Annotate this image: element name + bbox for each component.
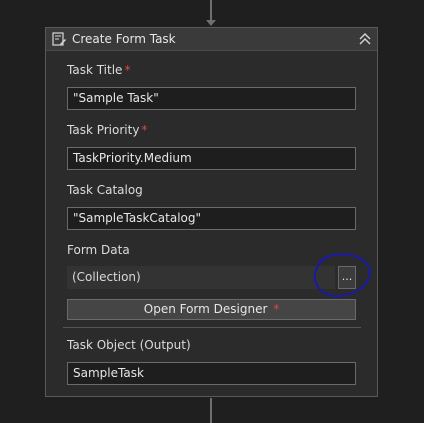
activity-title: Create Form Task (72, 32, 176, 46)
flow-arrow-icon (206, 20, 216, 26)
section-divider (63, 327, 361, 328)
activity-header[interactable]: Create Form Task (46, 28, 377, 51)
form-data-label: Form Data (67, 243, 130, 257)
double-chevron-up-icon[interactable] (358, 31, 372, 47)
flow-connector-out (210, 398, 212, 423)
form-data-edit-button[interactable]: ... (338, 266, 356, 289)
open-form-designer-button[interactable]: Open Form Designer * (67, 299, 356, 320)
required-marker: * (141, 123, 148, 137)
task-priority-label-text: Task Priority (67, 123, 140, 137)
task-title-input[interactable]: "Sample Task" (67, 87, 356, 110)
form-task-icon (52, 32, 66, 46)
task-object-output-input[interactable]: SampleTask (67, 362, 356, 385)
required-marker: * (124, 63, 131, 77)
task-title-label-text: Task Title (67, 63, 123, 77)
form-data-collection-field[interactable]: (Collection) (67, 266, 335, 289)
task-catalog-input[interactable]: "SampleTaskCatalog" (67, 207, 356, 230)
required-marker: * (273, 302, 280, 316)
task-object-label: Task Object (Output) (67, 338, 191, 352)
task-priority-label: Task Priority * (67, 123, 147, 137)
open-form-designer-label: Open Form Designer (143, 302, 268, 316)
create-form-task-activity[interactable]: Create Form Task Task Title * "Sample Tas… (45, 27, 378, 397)
task-catalog-label: Task Catalog (67, 183, 143, 197)
task-title-label: Task Title * (67, 63, 130, 77)
flow-connector-in (210, 0, 212, 22)
task-priority-input[interactable]: TaskPriority.Medium (67, 147, 356, 170)
